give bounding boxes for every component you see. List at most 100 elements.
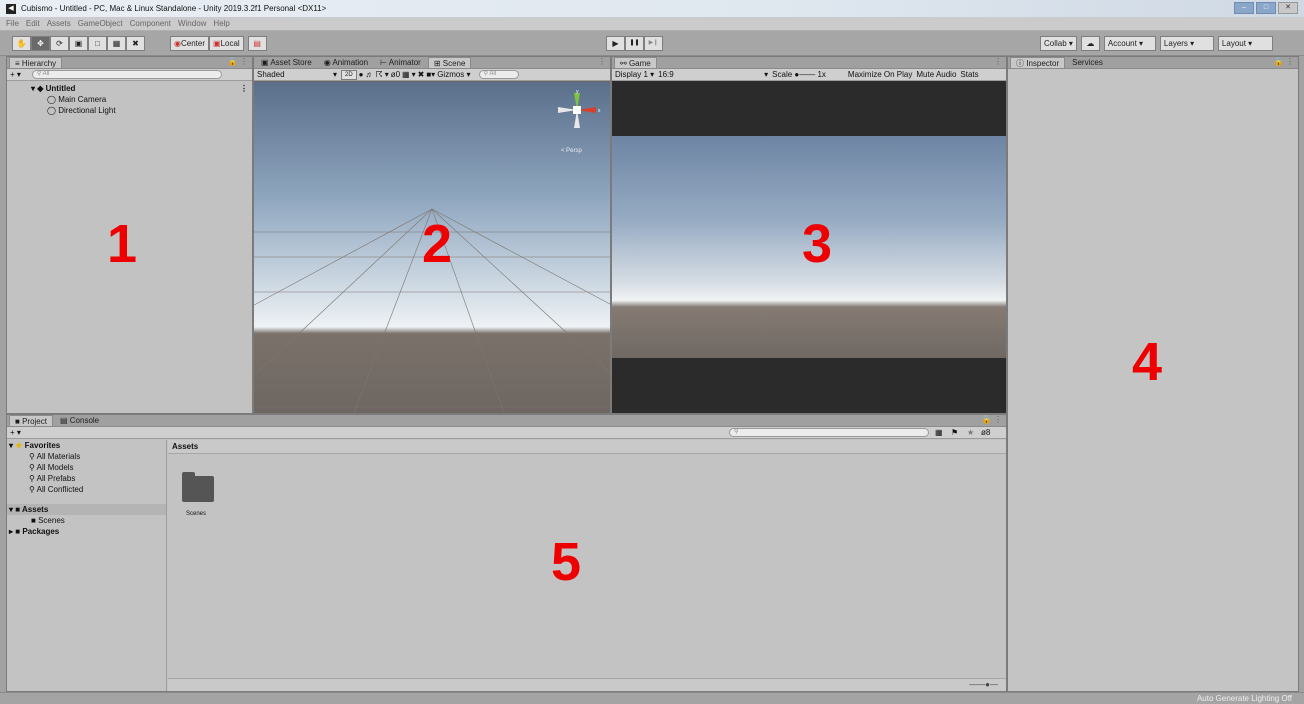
menu-help[interactable]: Help: [213, 19, 229, 28]
pivot-local-button[interactable]: ▣Local: [209, 36, 244, 51]
scale-slider[interactable]: Scale ●—— 1x: [772, 70, 826, 79]
title-bar: ◀ Cubismo - Untitled - PC, Mac & Linux S…: [0, 0, 1304, 17]
scene-menu-icon[interactable]: ⋮: [240, 83, 248, 94]
asset-folder-item[interactable]: Scenes: [182, 472, 222, 517]
chevron-down-icon[interactable]: ▾: [412, 70, 416, 79]
pause-button[interactable]: ❚❚: [625, 36, 644, 51]
transform-icon[interactable]: ▦: [107, 36, 126, 51]
scale-icon[interactable]: ▣: [69, 36, 88, 51]
grid-toggle-icon[interactable]: ▦: [402, 70, 410, 79]
project-tabbar: ■ Project ▤ Console 🔒 ⋮: [7, 415, 1006, 427]
menu-window[interactable]: Window: [178, 19, 206, 28]
annotation-4: 4: [1132, 332, 1163, 392]
move-icon[interactable]: ✥: [31, 36, 50, 51]
rotate-icon[interactable]: ⟳: [50, 36, 69, 51]
aspect-dropdown[interactable]: 16:9 ▾: [658, 70, 768, 79]
layout-dropdown[interactable]: Layout ▾: [1217, 36, 1273, 51]
mute-audio-toggle[interactable]: Mute Audio: [916, 70, 956, 79]
search-icon: ⚲: [29, 485, 35, 494]
panel-menu-icon[interactable]: 🔒 ⋮: [1274, 57, 1294, 66]
hidden-packages-button[interactable]: ø8: [981, 428, 990, 437]
tab-animator[interactable]: ⊢ Animator: [375, 57, 426, 68]
menu-gameobject[interactable]: GameObject: [78, 19, 123, 28]
chevron-down-icon[interactable]: ▾: [385, 70, 389, 79]
tab-project[interactable]: ■ Project: [9, 415, 53, 426]
star-icon: ★: [15, 441, 23, 450]
toggle-2d-button[interactable]: 2D: [341, 69, 357, 80]
cloud-icon[interactable]: ☁: [1080, 36, 1100, 51]
filter-by-label-icon[interactable]: ⚑: [951, 428, 958, 437]
game-toolbar: Display 1 ▾ 16:9 ▾ Scale ●—— 1x Maximize …: [612, 69, 1006, 81]
hand-icon[interactable]: ✋: [12, 36, 31, 51]
icon-size-slider[interactable]: ——●—: [969, 680, 998, 689]
menu-edit[interactable]: Edit: [26, 19, 40, 28]
packages-folder[interactable]: ▸ ■ Packages: [7, 526, 166, 537]
scene-gizmo-icon[interactable]: y x: [552, 88, 602, 138]
maximize-on-play-toggle[interactable]: Maximize On Play: [848, 70, 912, 79]
effects-icon[interactable]: ☈: [376, 70, 383, 79]
tab-inspector[interactable]: ⓘ Inspector: [1010, 57, 1066, 68]
persp-label[interactable]: < Persp: [561, 148, 582, 154]
hidden-objects-button[interactable]: ø0: [391, 70, 400, 79]
list-item[interactable]: ⚲ All Prefabs: [7, 473, 166, 484]
account-dropdown[interactable]: Account ▾: [1103, 36, 1156, 51]
lighting-status[interactable]: Auto Generate Lighting Off: [1197, 694, 1292, 703]
camera-icon[interactable]: ■▾: [426, 70, 435, 79]
folder-icon: [182, 472, 214, 502]
project-search-input[interactable]: ⚲: [729, 428, 929, 437]
audio-icon[interactable]: ♬: [366, 70, 374, 79]
project-add-button[interactable]: + ▾: [10, 428, 21, 437]
close-button[interactable]: ✕: [1278, 2, 1298, 14]
tab-asset-store[interactable]: ▣ Asset Store: [256, 57, 317, 68]
tab-animation[interactable]: ◉ Animation: [319, 57, 373, 68]
list-item[interactable]: ⚲ All Materials: [7, 451, 166, 462]
custom-tool-icon[interactable]: ✖: [126, 36, 145, 51]
favorite-star-icon[interactable]: ★: [967, 428, 974, 437]
maximize-button[interactable]: □: [1256, 2, 1276, 14]
tab-scene[interactable]: ⊞ Scene: [427, 57, 472, 68]
scene-search-input[interactable]: ⚲ All: [478, 70, 519, 79]
scene-tabbar: ▣ Asset Store ◉ Animation ⊢ Animator ⊞ S…: [254, 57, 610, 69]
expand-arrow-icon: ▸: [9, 527, 14, 536]
filter-by-type-icon[interactable]: ▦: [935, 428, 943, 437]
tab-console[interactable]: ▤ Console: [55, 415, 104, 426]
hierarchy-add-button[interactable]: + ▾: [10, 70, 21, 79]
annotation-2: 2: [422, 214, 453, 274]
lighting-icon[interactable]: ●: [359, 70, 364, 79]
list-item[interactable]: ◯ Directional Light: [7, 105, 252, 116]
panel-menu-icon[interactable]: ⋮: [994, 57, 1002, 66]
layers-dropdown[interactable]: Layers ▾: [1159, 36, 1214, 51]
step-button[interactable]: ▶❙: [644, 36, 663, 51]
list-item[interactable]: ⚲ All Conflicted: [7, 484, 166, 495]
menu-assets[interactable]: Assets: [47, 19, 71, 28]
stats-toggle[interactable]: Stats: [960, 70, 978, 79]
menu-component[interactable]: Component: [130, 19, 171, 28]
gizmos-dropdown[interactable]: Gizmos ▾: [437, 70, 470, 79]
snap-grid-button[interactable]: ▤: [247, 36, 267, 51]
hierarchy-search-input[interactable]: ⚲ All: [31, 70, 222, 79]
assets-folder[interactable]: ▾ ■ Assets: [7, 504, 166, 515]
panel-menu-icon[interactable]: 🔒 ⋮: [982, 415, 1002, 424]
panel-menu-icon[interactable]: 🔒 ⋮: [228, 57, 248, 66]
display-dropdown[interactable]: Display 1 ▾: [615, 70, 654, 79]
list-item[interactable]: ■ Scenes: [7, 515, 166, 526]
favorites-header[interactable]: ▾ ★ Favorites: [7, 440, 166, 451]
panel-menu-icon[interactable]: ⋮: [598, 57, 606, 66]
tab-hierarchy[interactable]: ≡ Hierarchy: [9, 57, 63, 68]
rect-icon[interactable]: □: [88, 36, 107, 51]
breadcrumb[interactable]: Assets: [168, 440, 1006, 454]
tab-game[interactable]: ⚯ Game: [614, 57, 657, 68]
hierarchy-tree: ▾ ◆ Untitled ⋮ ◯ Main Camera ◯ Direction…: [7, 81, 252, 118]
tools-icon[interactable]: ✖: [418, 70, 425, 79]
scene-root[interactable]: ▾ ◆ Untitled ⋮: [7, 83, 252, 94]
collab-button[interactable]: Collab ▾: [1040, 36, 1077, 51]
minimize-button[interactable]: –: [1234, 2, 1254, 14]
menu-file[interactable]: File: [6, 19, 19, 28]
chevron-down-icon: ▾: [764, 70, 769, 79]
shading-dropdown[interactable]: Shaded ▾: [257, 70, 339, 79]
pivot-center-button[interactable]: ◉Center: [170, 36, 209, 51]
list-item[interactable]: ◯ Main Camera: [7, 94, 252, 105]
list-item[interactable]: ⚲ All Models: [7, 462, 166, 473]
play-button[interactable]: ▶: [606, 36, 625, 51]
tab-services[interactable]: Services: [1067, 57, 1108, 68]
